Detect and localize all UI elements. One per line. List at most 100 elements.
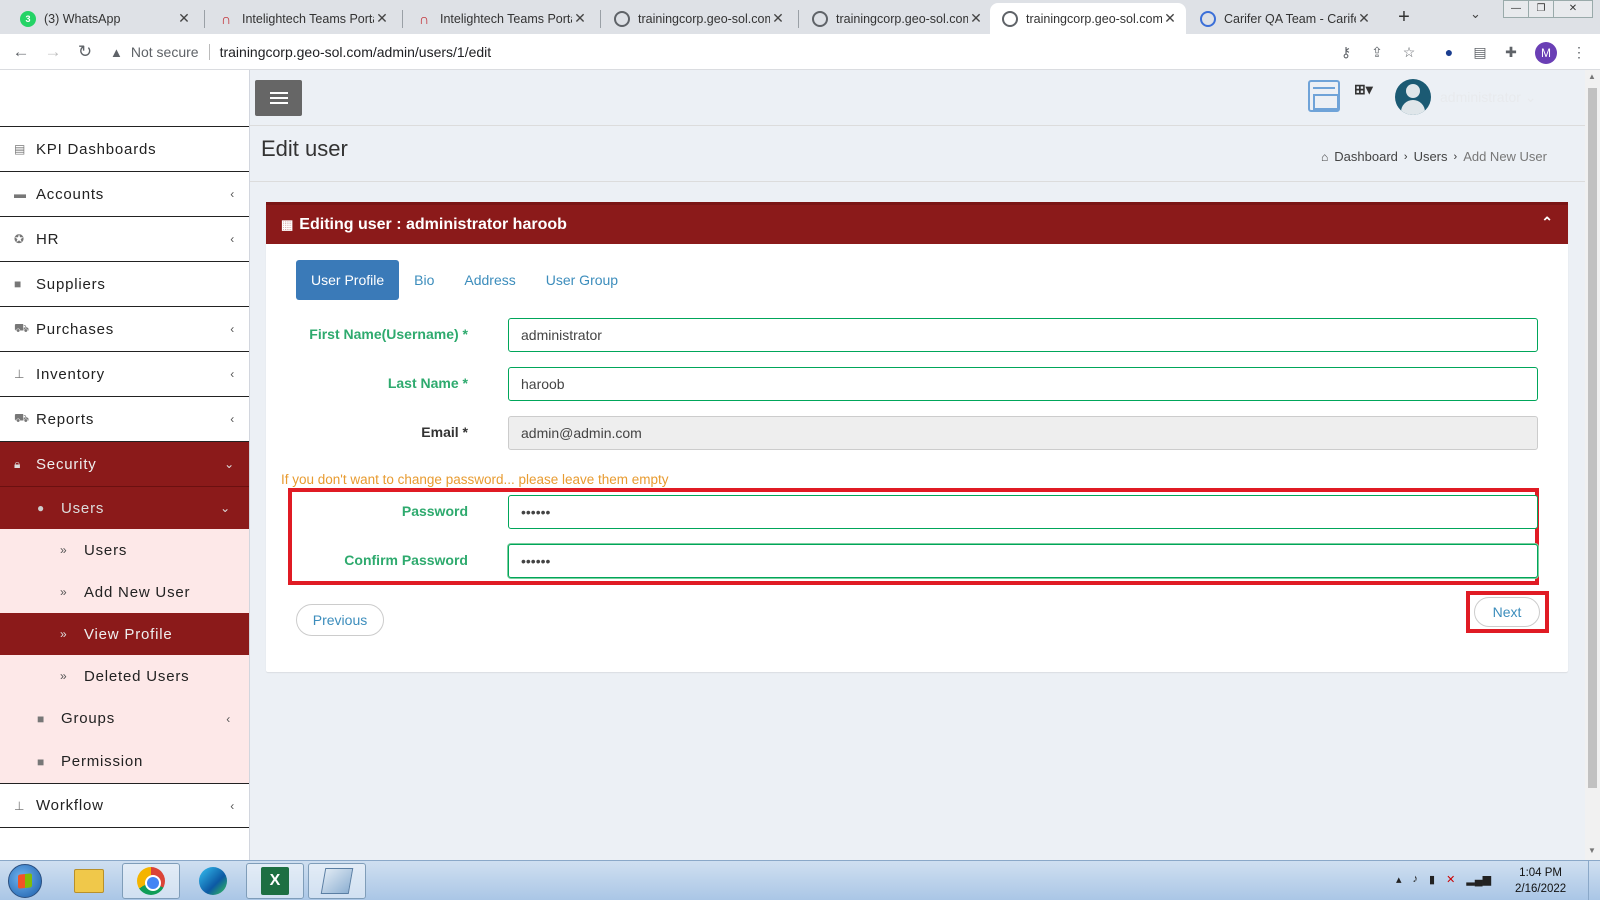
store-icon[interactable]: [1308, 80, 1340, 112]
sidebar-item-inventory[interactable]: ⊥ Inventory ‹: [0, 351, 249, 396]
browser-tab[interactable]: Carifer QA Team - Carifer ✕: [1188, 3, 1380, 34]
scrollbar-thumb[interactable]: [1588, 88, 1597, 788]
browser-tab[interactable]: ∩ Intelightech Teams Portal ✕: [404, 3, 596, 34]
hamburger-line: [269, 102, 288, 104]
taskbar-edge[interactable]: [184, 863, 242, 899]
email-field[interactable]: [508, 416, 1538, 450]
taskbar-clock[interactable]: 1:04 PM 2/16/2022: [1515, 865, 1566, 897]
sidebar-item-groups[interactable]: ■ Groups ‹: [0, 697, 249, 740]
sidebar-item-suppliers[interactable]: ■ Suppliers: [0, 261, 249, 306]
sidebar-item-users[interactable]: ● Users ⌄: [0, 486, 249, 529]
browser-tab[interactable]: 3 (3) WhatsApp ✕: [8, 3, 200, 34]
taskbar-chrome[interactable]: [122, 863, 180, 899]
minimize-button[interactable]: —: [1503, 0, 1529, 18]
restore-button[interactable]: ❐: [1528, 0, 1554, 18]
profile-avatar[interactable]: M: [1535, 42, 1557, 64]
browser-tab-active[interactable]: trainingcorp.geo-sol.com ✕: [990, 3, 1186, 34]
taskbar-explorer[interactable]: [60, 863, 118, 899]
password-field[interactable]: [508, 495, 1538, 529]
close-icon[interactable]: ✕: [176, 10, 192, 27]
star-icon[interactable]: ☆: [1400, 43, 1418, 61]
window-close-button[interactable]: ✕: [1553, 0, 1593, 18]
sidebar-item-accounts[interactable]: ▬ Accounts ‹: [0, 171, 249, 216]
confirm-password-field[interactable]: [508, 544, 1538, 578]
back-icon[interactable]: ←: [10, 41, 32, 63]
volume-icon[interactable]: ♪: [1413, 873, 1419, 886]
taskbar-excel[interactable]: X: [246, 863, 304, 899]
excel-icon: X: [261, 867, 289, 895]
sidebar-item-workflow[interactable]: ⊥ Workflow ‹: [0, 783, 249, 828]
tab-address[interactable]: Address: [449, 260, 530, 300]
add-dropdown-icon[interactable]: ⊞▾: [1354, 81, 1373, 98]
chevron-right-icon: ›: [1453, 150, 1458, 163]
chevron-up-icon[interactable]: ⌃: [1541, 214, 1553, 231]
chevron-left-icon: ‹: [230, 187, 235, 201]
close-icon[interactable]: ✕: [572, 10, 588, 27]
network-error-icon[interactable]: ✕: [1446, 873, 1455, 886]
sidebar-subitem-add-new-user[interactable]: » Add New User: [0, 571, 249, 613]
box-title-name: administrator haroob: [405, 215, 567, 233]
sidebar-item-label: Deleted Users: [84, 667, 190, 685]
show-desktop-button[interactable]: [1588, 861, 1600, 900]
page-title: Edit user: [261, 136, 348, 161]
tab-bio[interactable]: Bio: [399, 260, 449, 300]
breadcrumb-link-dashboard[interactable]: Dashboard: [1334, 149, 1398, 164]
browser-tab[interactable]: trainingcorp.geo-sol.com ✕: [800, 3, 992, 34]
sidebar-item-kpi-dashboards[interactable]: ▤ KPI Dashboards: [0, 126, 249, 171]
browser-tab[interactable]: trainingcorp.geo-sol.com ✕: [602, 3, 794, 34]
tab-title: trainingcorp.geo-sol.com: [836, 11, 968, 26]
menu-dots-icon[interactable]: ⋮: [1570, 43, 1588, 61]
scroll-down-icon[interactable]: ▼: [1588, 846, 1596, 855]
first-name-field[interactable]: [508, 318, 1538, 352]
close-icon[interactable]: ✕: [1162, 10, 1178, 27]
reload-icon[interactable]: ↻: [74, 41, 96, 63]
tab-title: Intelightech Teams Portal: [242, 11, 374, 26]
sidebar-toggle-button[interactable]: [255, 80, 302, 116]
previous-button[interactable]: Previous: [296, 604, 384, 636]
header-username[interactable]: administrator ⌄: [1440, 89, 1537, 106]
sitemap-icon: ⊥: [14, 367, 26, 381]
close-icon[interactable]: ✕: [1356, 10, 1372, 27]
clipboard-icon[interactable]: ▤: [1471, 43, 1489, 61]
sidebar-item-label: Security: [36, 455, 97, 473]
share-icon[interactable]: ⇪: [1368, 43, 1386, 61]
close-icon[interactable]: ✕: [770, 10, 786, 27]
avatar[interactable]: [1395, 79, 1431, 115]
forward-icon[interactable]: →: [42, 41, 64, 63]
signal-icon[interactable]: ▂▄▆: [1466, 873, 1491, 886]
start-button[interactable]: [8, 864, 42, 898]
tab-user-profile[interactable]: User Profile: [296, 260, 400, 300]
taskbar-app[interactable]: [308, 863, 366, 899]
warning-icon: ▲: [110, 44, 123, 60]
sidebar-item-reports[interactable]: ⛟ Reports ‹: [0, 396, 249, 441]
next-button[interactable]: Next: [1474, 597, 1540, 627]
tab-search-icon[interactable]: ⌄: [1470, 6, 1481, 22]
sidebar-item-hr[interactable]: ✪ HR ‹: [0, 216, 249, 261]
breadcrumb-link-users[interactable]: Users: [1414, 149, 1448, 164]
sidebar-subitem-view-profile[interactable]: » View Profile: [0, 613, 249, 655]
browser-tab[interactable]: ∩ Intelightech Teams Portal ✕: [206, 3, 398, 34]
key-icon: ■: [37, 754, 46, 769]
sidebar-subitem-users[interactable]: » Users: [0, 529, 249, 571]
page-scrollbar[interactable]: ▲ ▼: [1585, 70, 1600, 860]
close-icon[interactable]: ✕: [968, 10, 984, 27]
tab-user-group[interactable]: User Group: [531, 260, 633, 300]
extension-shield-icon[interactable]: ●: [1440, 43, 1458, 61]
double-chevron-icon: »: [60, 627, 68, 641]
sidebar-subitem-deleted-users[interactable]: » Deleted Users: [0, 655, 249, 697]
tray-expand-icon[interactable]: ▴: [1396, 873, 1402, 886]
box-header: ▦ Editing user : administrator haroob ⌃: [266, 202, 1568, 244]
sidebar-item-security[interactable]: 🔒︎ Security ⌄: [0, 441, 249, 486]
url-omnibox[interactable]: ▲ Not secure trainingcorp.geo-sol.com/ad…: [110, 38, 1410, 66]
new-tab-button[interactable]: +: [1392, 5, 1416, 29]
sidebar-item-permission[interactable]: ■ Permission: [0, 740, 249, 783]
globe-icon: [1002, 10, 1018, 27]
close-icon[interactable]: ✕: [374, 10, 390, 27]
scroll-up-icon[interactable]: ▲: [1588, 72, 1596, 81]
sidebar-item-purchases[interactable]: ⛟ Purchases ‹: [0, 306, 249, 351]
last-name-field[interactable]: [508, 367, 1538, 401]
battery-icon[interactable]: ▮: [1429, 873, 1435, 886]
url-text[interactable]: trainingcorp.geo-sol.com/admin/users/1/e…: [220, 44, 492, 60]
puzzle-icon[interactable]: ✚: [1502, 43, 1520, 61]
key-icon[interactable]: ⚷: [1337, 43, 1355, 61]
